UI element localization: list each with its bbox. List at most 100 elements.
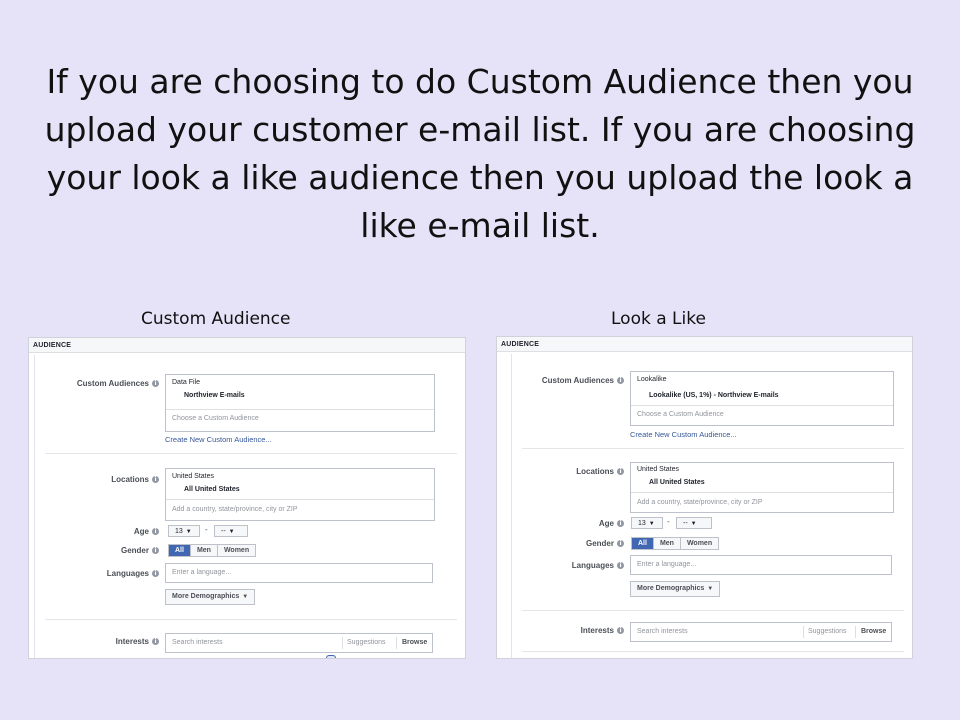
interests-label: Interests i xyxy=(35,637,159,646)
age-separator: - xyxy=(205,525,208,534)
divider xyxy=(631,492,893,493)
age-label: Age i xyxy=(35,527,159,536)
locations-box[interactable]: United States All United States Add a co… xyxy=(165,468,435,521)
more-demographics-label: More Demographics xyxy=(172,593,240,600)
interests-placeholder: Search interests xyxy=(172,639,223,646)
info-icon[interactable]: i xyxy=(152,638,159,646)
divider xyxy=(855,626,856,638)
info-icon[interactable]: i xyxy=(617,562,624,570)
gender-women-button[interactable]: Women xyxy=(217,545,256,556)
custom-audiences-box[interactable]: Data File Northview E-mails Choose a Cus… xyxy=(165,374,435,432)
gender-label-text: Gender xyxy=(120,546,149,555)
divider xyxy=(342,637,343,649)
section-divider xyxy=(522,448,904,449)
age-label-text: Age xyxy=(598,519,614,528)
location-country: United States xyxy=(172,473,215,480)
audience-form: Custom Audiences i Lookalike Lookalike (U… xyxy=(511,354,912,658)
divider xyxy=(396,637,397,649)
info-icon[interactable]: i xyxy=(152,570,159,578)
gender-women-button[interactable]: Women xyxy=(680,538,719,549)
locations-label: Locations i xyxy=(35,475,159,484)
language-input[interactable]: Enter a language... xyxy=(630,555,892,575)
info-icon[interactable]: i xyxy=(152,547,159,555)
audience-header-label: AUDIENCE xyxy=(33,342,72,349)
custom-audience-panel: AUDIENCE Custom Audiences i Data File Nor… xyxy=(28,337,466,659)
audience-type: Data File xyxy=(172,379,201,386)
audience-type: Lookalike xyxy=(637,376,667,383)
language-placeholder: Enter a language... xyxy=(637,561,697,568)
info-icon[interactable]: i xyxy=(152,380,159,388)
info-icon[interactable]: i xyxy=(617,627,624,635)
choose-audience-input[interactable]: Choose a Custom Audience xyxy=(172,415,259,422)
audience-header: AUDIENCE xyxy=(29,338,465,353)
suggestions-button[interactable]: Suggestions xyxy=(808,628,847,635)
custom-audiences-label-text: Custom Audiences xyxy=(76,379,149,388)
audience-header: AUDIENCE xyxy=(497,337,912,352)
interests-search[interactable]: Search interests Suggestions Browse xyxy=(165,633,433,653)
create-custom-audience-link[interactable]: Create New Custom Audience... xyxy=(630,430,737,439)
age-min-select[interactable]: 13 ▼ xyxy=(631,517,663,529)
location-input[interactable]: Add a country, state/province, city or Z… xyxy=(172,506,298,513)
section-divider xyxy=(522,610,904,611)
age-max-value: -- xyxy=(683,520,688,527)
custom-audience-caption: Custom Audience xyxy=(141,309,291,329)
age-min-value: 13 xyxy=(638,520,646,527)
chevron-down-icon: ▼ xyxy=(707,586,714,592)
info-icon[interactable]: i xyxy=(617,468,624,476)
languages-label: Languages i xyxy=(512,561,624,570)
age-min-value: 13 xyxy=(175,528,183,535)
location-country: United States xyxy=(637,466,680,473)
audience-form: Custom Audiences i Data File Northview E-… xyxy=(34,355,465,658)
age-min-select[interactable]: 13 ▼ xyxy=(168,525,200,537)
browse-button[interactable]: Browse xyxy=(861,628,886,635)
chevron-down-icon: ▼ xyxy=(228,529,235,535)
info-icon[interactable]: i xyxy=(617,540,624,548)
interests-search[interactable]: Search interests Suggestions Browse xyxy=(630,622,892,642)
locations-label-text: Locations xyxy=(111,475,149,484)
audience-header-label: AUDIENCE xyxy=(501,341,540,348)
languages-label-text: Languages xyxy=(571,561,614,570)
divider xyxy=(166,409,434,410)
custom-audiences-box[interactable]: Lookalike Lookalike (US, 1%) - Northview… xyxy=(630,371,894,426)
info-icon[interactable]: i xyxy=(152,476,159,484)
chevron-down-icon: ▼ xyxy=(690,521,697,527)
chevron-down-icon: ▼ xyxy=(242,594,249,600)
age-label-text: Age xyxy=(133,527,149,536)
gender-all-button[interactable]: All xyxy=(169,545,191,556)
selected-audience[interactable]: Northview E-mails xyxy=(184,392,245,399)
age-max-select[interactable]: -- ▼ xyxy=(214,525,248,537)
info-icon[interactable]: i xyxy=(617,520,624,528)
gender-label-text: Gender xyxy=(585,539,614,548)
gender-selector: All Men Women xyxy=(631,537,720,550)
location-input[interactable]: Add a country, state/province, city or Z… xyxy=(637,499,763,506)
interests-placeholder: Search interests xyxy=(637,628,688,635)
info-icon[interactable]: i xyxy=(617,377,624,385)
chevron-down-icon: ▼ xyxy=(185,529,192,535)
gender-all-button[interactable]: All xyxy=(632,538,654,549)
gender-label: Gender i xyxy=(512,539,624,548)
locations-box[interactable]: United States All United States Add a co… xyxy=(630,462,894,513)
divider xyxy=(631,405,893,406)
create-custom-audience-link[interactable]: Create New Custom Audience... xyxy=(165,435,272,444)
browse-button[interactable]: Browse xyxy=(402,639,427,646)
gender-men-button[interactable]: Men xyxy=(653,538,681,549)
languages-label: Languages i xyxy=(35,569,159,578)
suggestions-button[interactable]: Suggestions xyxy=(347,639,386,646)
language-placeholder: Enter a language... xyxy=(172,569,232,576)
custom-audiences-label: Custom Audiences i xyxy=(35,379,159,388)
choose-audience-input[interactable]: Choose a Custom Audience xyxy=(637,411,724,418)
divider xyxy=(803,626,804,638)
gender-men-button[interactable]: Men xyxy=(190,545,218,556)
gender-selector: All Men Women xyxy=(168,544,257,557)
more-demographics-button[interactable]: More Demographics ▼ xyxy=(165,589,256,605)
section-divider xyxy=(45,453,457,454)
slide-title: If you are choosing to do Custom Audienc… xyxy=(44,62,916,245)
age-max-select[interactable]: -- ▼ xyxy=(676,517,712,529)
selected-audience[interactable]: Lookalike (US, 1%) - Northview E-mails xyxy=(649,392,779,399)
interests-label-text: Interests xyxy=(580,626,614,635)
age-label: Age i xyxy=(512,519,624,528)
checkbox-icon[interactable] xyxy=(326,655,336,658)
language-input[interactable]: Enter a language... xyxy=(165,563,433,583)
more-demographics-button[interactable]: More Demographics ▼ xyxy=(630,581,721,597)
info-icon[interactable]: i xyxy=(152,528,159,536)
